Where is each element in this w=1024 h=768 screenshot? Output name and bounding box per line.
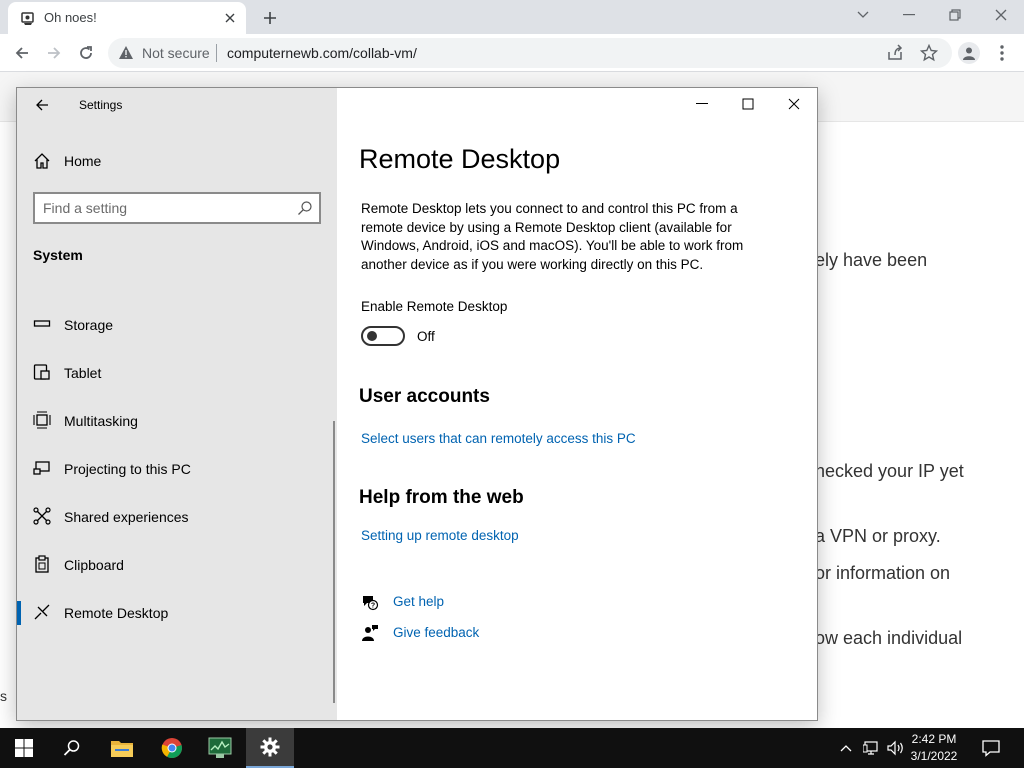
search-icon[interactable]: [48, 728, 96, 768]
clock-date: 3/1/2022: [910, 749, 958, 763]
reload-icon[interactable]: [72, 39, 100, 67]
select-users-link[interactable]: Select users that can remotely access th…: [361, 431, 636, 446]
page-description: Remote Desktop lets you connect to and c…: [361, 201, 744, 272]
page-text-fragment: a VPN or proxy.: [815, 526, 941, 546]
clipboard-icon: [33, 555, 51, 573]
search-icon[interactable]: [297, 200, 313, 216]
settings-window: Settings Home System Storage Tablet: [16, 87, 818, 721]
chevron-up-icon[interactable]: [836, 738, 856, 758]
sidebar-item-home[interactable]: Home: [17, 146, 337, 176]
tablet-icon: [33, 363, 51, 381]
close-icon[interactable]: [771, 90, 817, 118]
settings-gear-icon[interactable]: [246, 728, 294, 768]
help-heading: Help from the web: [359, 487, 524, 508]
sidebar-item-remote-desktop[interactable]: Remote Desktop: [17, 593, 335, 633]
browser-toolbar: Not secure computernewb.com/collab-vm/: [0, 34, 1024, 72]
home-icon: [33, 152, 51, 170]
sidebar-item-label: Multitasking: [64, 413, 138, 429]
projecting-icon: [33, 459, 51, 477]
settings-content: Remote Desktop Remote Desktop lets you c…: [337, 88, 817, 720]
storage-icon: [33, 315, 51, 333]
file-explorer-icon[interactable]: [98, 728, 146, 768]
sidebar-section-title: System: [33, 247, 83, 263]
svg-text:?: ?: [371, 603, 375, 610]
clock-time: 2:42 PM: [911, 732, 957, 746]
tab-search-icon[interactable]: [840, 0, 886, 30]
sidebar-item-label: Storage: [64, 317, 114, 333]
sidebar-item-label: Home: [64, 153, 102, 169]
not-secure-label[interactable]: Not secure: [142, 45, 210, 61]
active-indicator: [17, 601, 21, 625]
toggle-label: Enable Remote Desktop: [361, 299, 508, 314]
search-input[interactable]: [43, 199, 283, 217]
browser-restore-icon[interactable]: [932, 0, 978, 30]
sidebar-item-label: Clipboard: [64, 557, 124, 573]
tab-title: Oh noes!: [44, 10, 97, 25]
bookmark-star-icon[interactable]: [919, 43, 939, 62]
browser-tab-strip: Oh noes!: [0, 0, 1024, 34]
system-clock[interactable]: 2:42 PM 3/1/2022: [904, 731, 964, 765]
back-arrow-icon[interactable]: [31, 94, 53, 116]
chrome-icon[interactable]: [148, 728, 196, 768]
feedback-icon: [361, 624, 379, 642]
give-feedback-label: Give feedback: [393, 625, 480, 640]
profile-avatar-icon[interactable]: [958, 42, 980, 64]
page-text-fragment: hecked your IP yet: [815, 461, 964, 481]
page-text-fragment: ely have been: [815, 250, 928, 270]
tab-close-icon[interactable]: [220, 8, 240, 28]
page-text-fragment: s: [0, 688, 7, 704]
enable-remote-desktop-toggle[interactable]: [361, 326, 405, 346]
toggle-knob: [367, 331, 377, 341]
sidebar-item-clipboard[interactable]: Clipboard: [17, 545, 335, 585]
sidebar-item-tablet[interactable]: Tablet: [17, 353, 335, 393]
action-center-icon[interactable]: [978, 736, 1004, 760]
get-help-icon: ?: [361, 593, 379, 611]
multitasking-icon: [33, 411, 51, 429]
page-text-fragment: ow each individual: [815, 628, 963, 648]
remote-desktop-icon: [33, 603, 51, 621]
sidebar-scrollbar[interactable]: [333, 421, 335, 703]
shared-experiences-icon: [33, 507, 51, 525]
sidebar-item-label: Remote Desktop: [64, 605, 169, 621]
sidebar-item-label: Projecting to this PC: [64, 461, 191, 477]
sidebar-item-label: Shared experiences: [64, 509, 189, 525]
toggle-state-label: Off: [417, 329, 435, 344]
sidebar-item-multitasking[interactable]: Multitasking: [17, 401, 335, 441]
url-text[interactable]: computernewb.com/collab-vm/: [227, 45, 417, 61]
page-title: Remote Desktop: [359, 144, 561, 174]
network-icon[interactable]: [862, 738, 882, 758]
window-title: Settings: [79, 98, 123, 112]
setting-up-remote-desktop-link[interactable]: Setting up remote desktop: [361, 528, 519, 543]
forward-arrow-icon[interactable]: [40, 39, 68, 67]
sidebar-item-label: Tablet: [64, 365, 102, 381]
site-favicon-icon: [20, 10, 36, 26]
warning-icon[interactable]: [118, 45, 134, 61]
new-tab-icon[interactable]: [258, 6, 282, 30]
volume-icon[interactable]: [886, 738, 906, 758]
maximize-icon[interactable]: [725, 90, 771, 118]
minimize-icon[interactable]: [679, 90, 725, 118]
find-setting-search[interactable]: [33, 192, 321, 224]
user-accounts-heading: User accounts: [359, 386, 490, 407]
browser-menu-icon[interactable]: [992, 42, 1012, 64]
get-help-label: Get help: [393, 594, 445, 609]
back-arrow-icon[interactable]: [8, 39, 36, 67]
task-manager-icon[interactable]: [196, 728, 244, 768]
page-text-fragment: or information on: [815, 563, 951, 583]
browser-minimize-icon[interactable]: [886, 0, 932, 30]
sidebar-item-projecting[interactable]: Projecting to this PC: [17, 449, 335, 489]
browser-close-icon[interactable]: [978, 0, 1024, 30]
start-windows-icon[interactable]: [0, 728, 48, 768]
sidebar-item-shared-experiences[interactable]: Shared experiences: [17, 497, 335, 537]
address-bar[interactable]: Not secure computernewb.com/collab-vm/: [108, 38, 952, 68]
share-icon[interactable]: [886, 44, 904, 62]
settings-sidebar: Settings Home System Storage Tablet: [17, 88, 337, 720]
taskbar: 2:42 PM 3/1/2022: [0, 728, 1024, 768]
omnibox-divider: [216, 44, 217, 62]
browser-tab[interactable]: Oh noes!: [8, 2, 246, 34]
sidebar-item-storage[interactable]: Storage: [17, 305, 335, 345]
